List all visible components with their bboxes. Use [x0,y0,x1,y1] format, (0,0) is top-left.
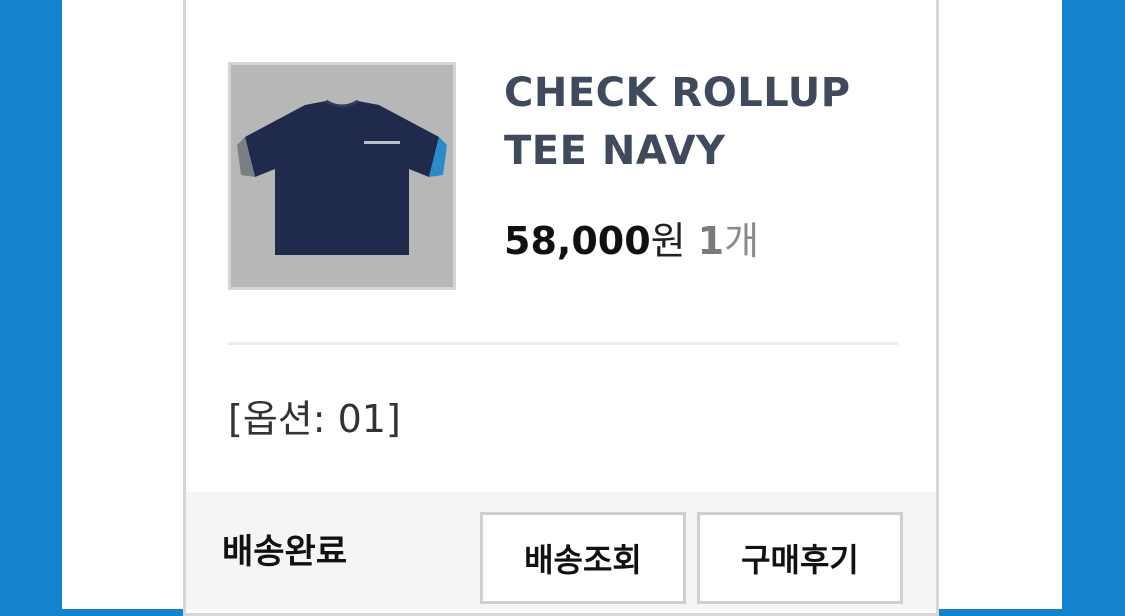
price-unit: 원 [650,219,686,263]
price-row: 58,000원 1개 [504,214,759,268]
tshirt-image [237,99,447,255]
write-review-button[interactable]: 구매후기 [697,512,903,604]
delivery-tracking-button[interactable]: 배송조회 [480,512,686,604]
product-name-line1: CHECK ROLLUP [504,70,851,116]
product-thumbnail[interactable] [228,62,456,290]
option-text: [옵션: 01] [228,397,401,441]
price-value: 58,000 [504,219,651,263]
product-name-line2: TEE NAVY [504,128,726,174]
quantity-value: 1 [697,219,725,263]
order-status-label: 배송완료 [222,532,348,572]
product-name[interactable]: CHECK ROLLUP TEE NAVY [504,64,884,180]
divider [228,342,898,345]
quantity-unit: 개 [724,219,760,263]
